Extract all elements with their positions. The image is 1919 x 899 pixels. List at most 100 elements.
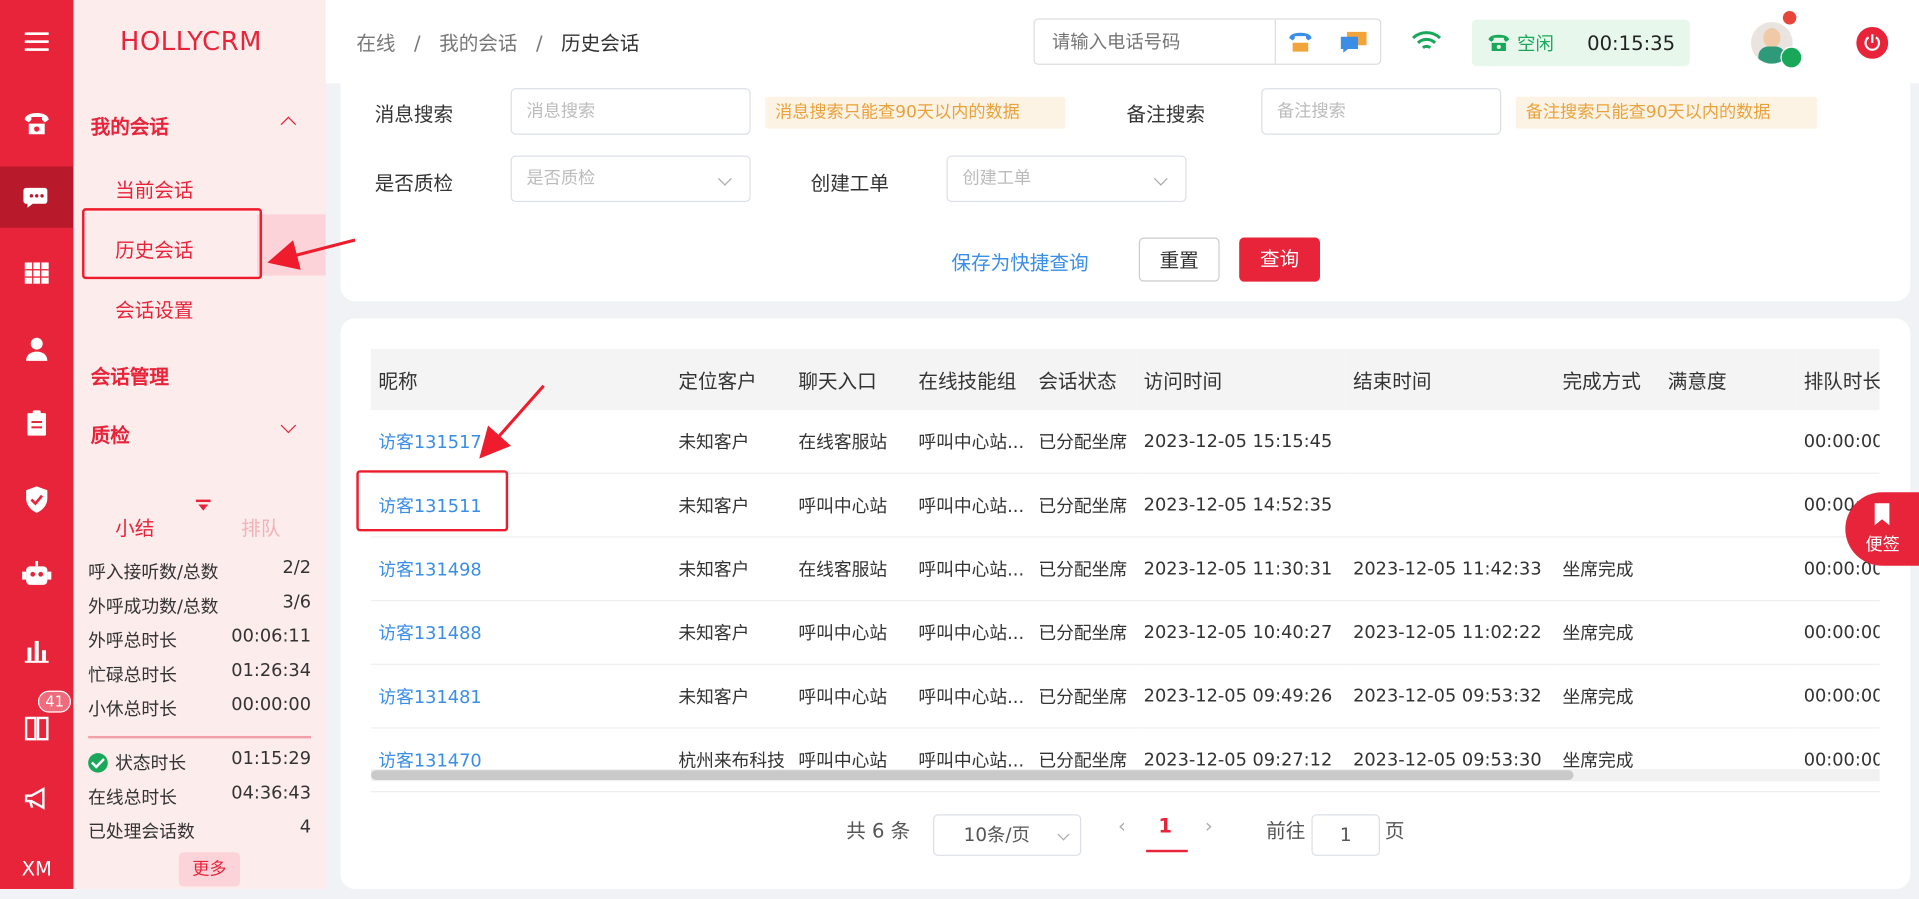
book-icon[interactable]: 41 — [0, 690, 73, 759]
brand-logo: HOLLYCRM — [120, 26, 263, 57]
ticket-select[interactable]: 创建工单 — [946, 155, 1187, 203]
ticket-label: 创建工单 — [810, 171, 890, 195]
stat-row: 已处理会话数 4 — [88, 817, 312, 843]
visitor-link[interactable]: 访客131481 — [371, 664, 672, 729]
note-search-input[interactable]: 备注搜索 — [1261, 88, 1502, 135]
col-header: 完成方式 — [1555, 348, 1661, 411]
sticky-note-button[interactable]: 便签 — [1845, 492, 1919, 566]
robot-icon[interactable] — [0, 544, 73, 605]
phone-icon[interactable] — [0, 93, 73, 154]
check-icon — [88, 753, 108, 773]
summary-panel: 小结 排队 呼入接听数/总数 2/2 外呼成功数/总数 3/6 外呼总时长 00:06… — [73, 490, 325, 887]
reset-button[interactable]: 重置 — [1138, 237, 1220, 282]
col-header: 定位客户 — [671, 348, 792, 411]
shield-icon[interactable] — [0, 469, 73, 530]
chevron-down-icon[interactable] — [280, 417, 297, 434]
goto-label: 前往 — [1266, 819, 1306, 843]
stat-row: 呼入接听数/总数 2/2 — [88, 558, 312, 583]
nav-section-my-sessions[interactable]: 我的会话 — [91, 110, 169, 139]
message-button[interactable] — [1329, 20, 1380, 64]
breadcrumb-online[interactable]: 在线 — [356, 32, 395, 55]
next-page-icon[interactable]: › — [1205, 814, 1213, 837]
divider — [88, 735, 312, 739]
dial-button[interactable] — [1274, 19, 1325, 64]
notice-count-badge: 41 — [37, 690, 72, 713]
chevron-up-icon[interactable] — [280, 116, 297, 133]
filter-icon[interactable] — [195, 499, 211, 503]
notification-dot — [1782, 11, 1797, 25]
visitor-link[interactable]: 访客131517 — [371, 410, 672, 474]
megaphone-icon[interactable] — [0, 768, 73, 829]
phone-icon — [1289, 32, 1312, 52]
query-button[interactable]: 查询 — [1239, 237, 1321, 282]
msg-search-input[interactable]: 消息搜索 — [510, 88, 751, 135]
power-button[interactable] — [1856, 26, 1889, 59]
scrollbar-thumb[interactable] — [371, 770, 1574, 781]
horizontal-scrollbar[interactable] — [371, 768, 1880, 782]
col-header: 聊天入口 — [791, 348, 912, 411]
visitor-link[interactable]: 访客131498 — [371, 536, 672, 602]
phone-status-icon — [1488, 34, 1509, 52]
tab-queue[interactable]: 排队 — [241, 512, 280, 541]
xm-label[interactable]: XM — [0, 838, 73, 899]
col-header: 结束时间 — [1345, 348, 1556, 411]
prev-page-icon[interactable]: ‹ — [1118, 814, 1126, 837]
col-header: 会话状态 — [1031, 348, 1137, 411]
chat-icon[interactable] — [0, 166, 74, 228]
table-row[interactable]: 访客131498 未知客户 在线客服站 呼叫中心站... 已分配坐席 2023-12-0… — [371, 536, 1880, 602]
msg-search-label: 消息搜索 — [374, 102, 454, 127]
agent-status[interactable]: 空闲 00:15:35 — [1471, 19, 1690, 67]
stat-row: 状态时长 01:15:29 — [88, 749, 311, 775]
tab-summary[interactable]: 小结 — [115, 512, 154, 541]
save-quick-query-link[interactable]: 保存为快捷查询 — [951, 246, 1088, 275]
more-button[interactable]: 更多 — [178, 852, 241, 887]
filter-panel: 消息搜索 消息搜索 消息搜索只能查90天以内的数据 备注搜索 备注搜索 备注搜索… — [340, 71, 1911, 302]
breadcrumb: 在线 / 我的会话 / 历史会话 — [356, 31, 640, 56]
clipboard-icon[interactable] — [0, 393, 73, 454]
grid-icon[interactable] — [0, 242, 73, 303]
note-search-tip: 备注搜索只能查90天以内的数据 — [1515, 96, 1818, 129]
breadcrumb-my-sessions[interactable]: 我的会话 — [439, 32, 517, 55]
highlight-box-history — [82, 208, 263, 280]
table-row[interactable]: 访客131511 未知客户 呼叫中心站 呼叫中心站... 已分配坐席 2023-12-0… — [371, 473, 1880, 538]
col-header: 在线技能组 — [911, 348, 1032, 411]
side-nav: HOLLYCRM 我的会话 当前会话 历史会话 会话设置 会话管理 质检 小结 … — [73, 0, 326, 889]
page-unit: 页 — [1384, 819, 1405, 843]
qc-label: 是否质检 — [374, 171, 454, 195]
col-header: 满意度 — [1660, 348, 1797, 411]
table-header-row: 昵称 定位客户 聊天入口 在线技能组 会话状态 访问时间 结束时间 完成方式 满… — [371, 348, 1880, 411]
stat-row: 忙碌总时长 01:26:34 — [88, 661, 312, 686]
table-row[interactable]: 访客131470 杭州来布科技 呼叫中心站 呼叫中心站... 已分配坐席 2023-12… — [371, 727, 1880, 793]
sort-icon — [198, 504, 209, 511]
table-row[interactable]: 访客131517 未知客户 在线客服站 呼叫中心站... 已分配坐席 2023-12-0… — [371, 410, 1880, 474]
page-size-select[interactable]: 10条/页 — [933, 814, 1082, 856]
message-icon — [1340, 31, 1367, 53]
status-text: 空闲 — [1517, 32, 1554, 55]
menu-icon[interactable] — [0, 11, 73, 72]
active-indicator — [257, 214, 326, 276]
pagination-total: 共 6 条 — [846, 819, 911, 843]
table-row[interactable]: 访客131488 未知客户 呼叫中心站 呼叫中心站... 已分配坐席 2023-12-0… — [371, 600, 1880, 665]
nav-item-current-session[interactable]: 当前会话 — [115, 174, 193, 203]
nav-item-session-settings[interactable]: 会话设置 — [115, 294, 193, 323]
status-timer: 00:15:35 — [1587, 31, 1676, 55]
chevron-down-icon — [1057, 828, 1070, 841]
nav-section-qc[interactable]: 质检 — [91, 419, 130, 448]
visitor-link[interactable]: 访客131470 — [371, 727, 672, 793]
note-search-label: 备注搜索 — [1126, 102, 1205, 127]
stat-row: 外呼总时长 00:06:11 — [88, 626, 312, 652]
online-check-icon — [1780, 46, 1803, 69]
breadcrumb-history: 历史会话 — [561, 31, 640, 56]
nav-section-session-manage[interactable]: 会话管理 — [91, 360, 169, 389]
stat-row: 外呼成功数/总数 3/6 — [88, 592, 312, 618]
chart-icon[interactable] — [0, 620, 73, 681]
goto-page-input[interactable]: 1 — [1311, 814, 1381, 856]
phone-input[interactable] — [1034, 19, 1275, 64]
col-header: 排队时长 — [1796, 348, 1880, 411]
qc-select[interactable]: 是否质检 — [510, 155, 751, 203]
page-current[interactable]: 1 — [1158, 814, 1172, 837]
visitor-link[interactable]: 访客131488 — [371, 600, 672, 665]
table-row[interactable]: 访客131481 未知客户 呼叫中心站 呼叫中心站... 已分配坐席 2023-12-0… — [371, 664, 1880, 729]
msg-search-tip: 消息搜索只能查90天以内的数据 — [765, 96, 1066, 129]
contact-icon[interactable] — [0, 318, 73, 379]
